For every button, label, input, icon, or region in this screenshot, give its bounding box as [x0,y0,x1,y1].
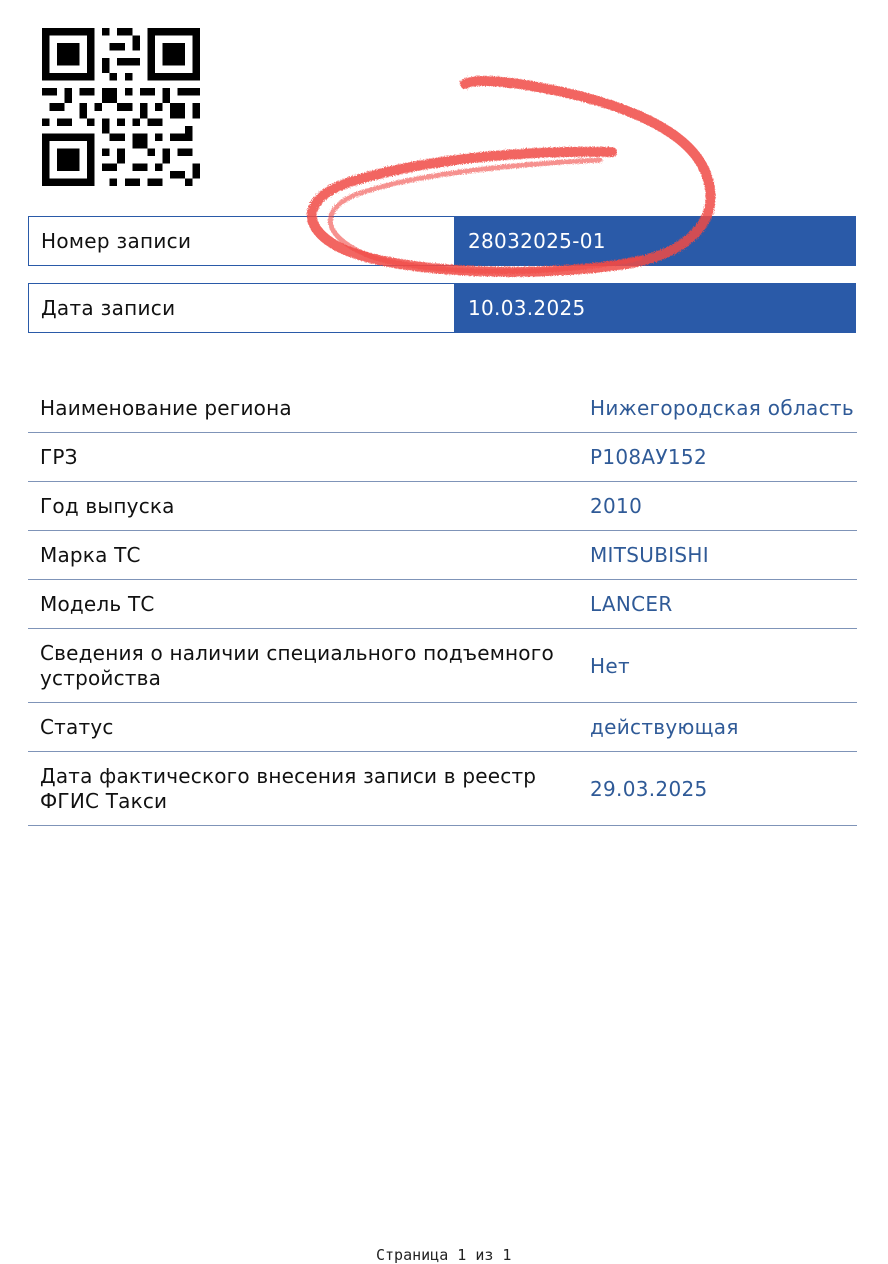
record-number-label: Номер записи [41,229,192,253]
details-label: Дата фактического внесения записи в реес… [40,763,537,813]
details-row-registry-date: Дата фактического внесения записи в реес… [28,752,857,826]
details-label: Год выпуска [40,493,175,518]
details-row-year: Год выпуска 2010 [28,482,857,531]
record-date-value: 10.03.2025 [454,284,855,332]
details-label: Марка ТС [40,542,141,567]
details-row-status: Статус действующая [28,703,857,752]
details-label: ГРЗ [40,444,78,469]
details-value: MITSUBISHI [590,543,709,567]
record-number-value: 28032025-01 [454,217,855,265]
details-row-make: Марка ТС MITSUBISHI [28,531,857,580]
page-counter: Страница 1 из 1 [376,1246,512,1264]
details-label: Сведения о наличии специального подъемно… [40,640,554,690]
details-row-lift-device: Сведения о наличии специального подъемно… [28,629,857,703]
details-row-model: Модель ТС LANCER [28,580,857,629]
details-value: 29.03.2025 [590,776,708,801]
record-date-label: Дата записи [41,296,176,320]
record-date-box: Дата записи 10.03.2025 [28,283,856,333]
details-row-plate: ГРЗ Р108АУ152 [28,433,857,482]
details-row-region: Наименование региона Нижегородская облас… [28,384,857,433]
details-label: Статус [40,714,114,739]
record-number-box: Номер записи 28032025-01 [28,216,856,266]
details-value: LANCER [590,592,673,616]
vehicle-details-table: Наименование региона Нижегородская облас… [28,384,857,826]
details-value: действующая [590,715,739,739]
details-value: Нижегородская область [590,396,854,420]
qr-code-image [42,28,200,186]
details-value: Р108АУ152 [590,445,707,469]
details-label: Наименование региона [40,395,292,420]
details-value: 2010 [590,494,643,518]
details-value: Нет [590,653,630,678]
details-label: Модель ТС [40,591,155,616]
